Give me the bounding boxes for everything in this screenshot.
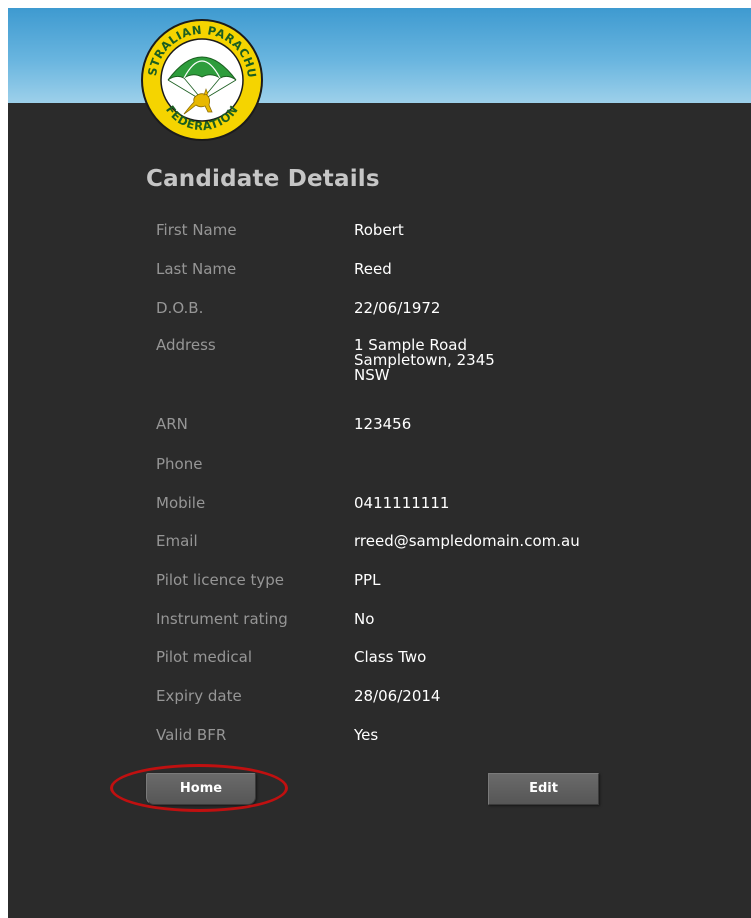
detail-row-phone: Phone xyxy=(156,454,716,493)
dob-label: D.O.B. xyxy=(156,299,204,317)
pilot-medical-value: Class Two xyxy=(354,648,427,666)
page-title: Candidate Details xyxy=(146,166,380,192)
detail-row-pilot-medical: Pilot medical Class Two xyxy=(156,647,716,686)
detail-row-dob: D.O.B. 22/06/1972 xyxy=(156,298,716,335)
detail-row-address: Address 1 Sample Road Sampletown, 2345 N… xyxy=(156,335,716,414)
address-line-3: NSW xyxy=(354,366,390,384)
mobile-label: Mobile xyxy=(156,494,206,512)
expiry-date-label: Expiry date xyxy=(156,687,242,705)
apf-logo[interactable]: AUSTRALIAN PARACHUTE FEDERATION xyxy=(138,16,266,144)
detail-row-instrument-rating: Instrument rating No xyxy=(156,609,716,647)
pilot-licence-type-value: PPL xyxy=(354,571,381,589)
detail-row-email: Email rreed@sampledomain.com.au xyxy=(156,531,716,570)
detail-row-last-name: Last Name Reed xyxy=(156,259,716,298)
mobile-value: 0411111111 xyxy=(354,494,450,512)
last-name-label: Last Name xyxy=(156,260,237,278)
address-label: Address xyxy=(156,336,216,354)
arn-label: ARN xyxy=(156,415,188,433)
email-label: Email xyxy=(156,532,198,550)
detail-row-first-name: First Name Robert xyxy=(156,220,716,259)
detail-row-mobile: Mobile 0411111111 xyxy=(156,493,716,531)
detail-row-expiry-date: Expiry date 28/06/2014 xyxy=(156,686,716,725)
arn-value: 123456 xyxy=(354,415,412,433)
instrument-rating-value: No xyxy=(354,610,375,628)
candidate-details-list: First Name Robert Last Name Reed D.O.B. … xyxy=(156,220,716,755)
header-banner xyxy=(8,8,751,103)
address-value: 1 Sample Road Sampletown, 2345 NSW xyxy=(354,335,495,383)
expiry-date-value: 28/06/2014 xyxy=(354,687,441,705)
valid-bfr-value: Yes xyxy=(354,726,379,744)
pilot-licence-type-label: Pilot licence type xyxy=(156,571,284,589)
first-name-label: First Name xyxy=(156,221,237,239)
email-value: rreed@sampledomain.com.au xyxy=(354,532,580,550)
first-name-value: Robert xyxy=(354,221,404,239)
phone-label: Phone xyxy=(156,455,203,473)
instrument-rating-label: Instrument rating xyxy=(156,610,288,628)
valid-bfr-label: Valid BFR xyxy=(156,726,227,744)
dob-value: 22/06/1972 xyxy=(354,299,441,317)
home-button[interactable]: Home xyxy=(146,773,256,805)
detail-row-valid-bfr: Valid BFR Yes xyxy=(156,725,716,755)
app-frame: AUSTRALIAN PARACHUTE FEDERATION Candidat… xyxy=(8,8,751,918)
detail-row-arn: ARN 123456 xyxy=(156,414,716,454)
last-name-value: Reed xyxy=(354,260,392,278)
detail-row-pilot-licence-type: Pilot licence type PPL xyxy=(156,570,716,609)
pilot-medical-label: Pilot medical xyxy=(156,648,253,666)
edit-button[interactable]: Edit xyxy=(488,773,599,805)
